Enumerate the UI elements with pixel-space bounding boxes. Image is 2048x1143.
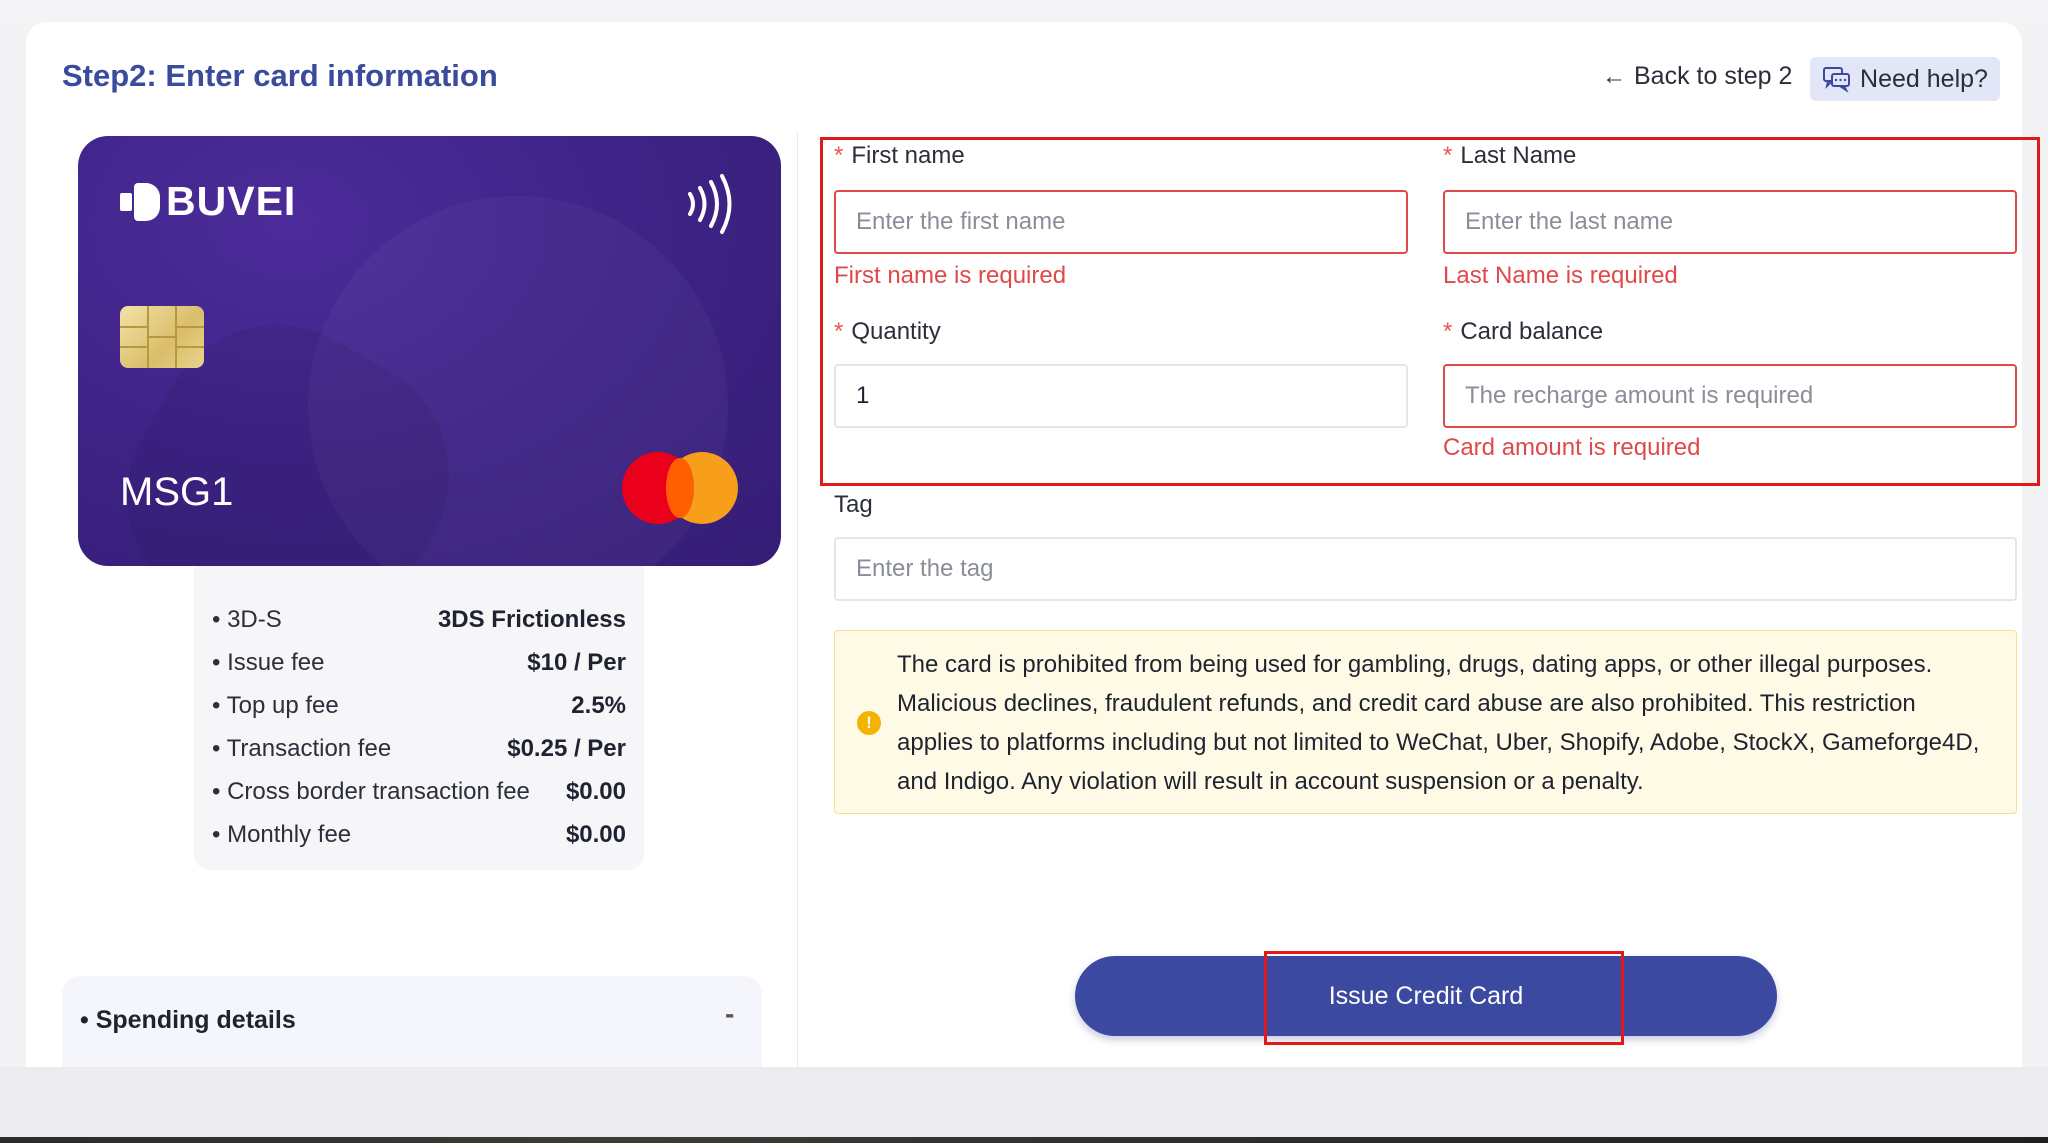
window-top-strip (0, 0, 2048, 22)
fee-list: 3D-S 3DS Frictionless Issue fee $10 / Pe… (194, 566, 644, 870)
tag-input[interactable] (834, 537, 2017, 601)
fee-row: Cross border transaction fee $0.00 (212, 772, 626, 812)
spending-details-title: Spending details (80, 1006, 296, 1035)
fee-value: $0.00 (565, 778, 626, 805)
warning-icon: ! (857, 711, 881, 735)
fee-row: 3D-S 3DS Frictionless (212, 600, 626, 640)
warning-text: The card is prohibited from being used f… (897, 651, 1980, 795)
fee-label: Top up fee (212, 692, 339, 720)
quantity-input[interactable] (834, 364, 1408, 428)
required-mark: * (1443, 318, 1453, 345)
buvei-logo-icon (120, 181, 160, 223)
chat-bubbles-icon (1823, 67, 1851, 93)
required-mark: * (834, 142, 844, 169)
required-mark: * (1443, 142, 1453, 169)
fee-row: Transaction fee $0.25 / Per (212, 729, 626, 769)
fee-value: $0.25 / Per (507, 735, 626, 762)
first-name-label-text: First name (851, 142, 965, 169)
card-balance-input[interactable] (1443, 364, 2017, 428)
required-mark: * (834, 318, 844, 345)
card-name: MSG1 (120, 470, 234, 514)
fee-value: $0.00 (565, 821, 626, 848)
help-label: Need help? (1860, 64, 1988, 93)
need-help-button[interactable]: Need help? (1810, 57, 2000, 101)
spending-details-panel[interactable]: Spending details - (62, 976, 762, 1067)
issue-credit-card-button[interactable]: Issue Credit Card (1075, 956, 1777, 1036)
column-divider (797, 132, 798, 1067)
warning-alert: ! The card is prohibited from being used… (834, 630, 2017, 814)
last-name-error: Last Name is required (1443, 262, 1678, 289)
first-name-label: * First name (834, 142, 965, 170)
last-name-input[interactable] (1443, 190, 2017, 254)
card-balance-label-text: Card balance (1460, 318, 1604, 345)
fee-label: Transaction fee (212, 735, 392, 763)
fee-label: Cross border transaction fee (212, 778, 530, 806)
tag-label: Tag (834, 491, 873, 518)
first-name-error: First name is required (834, 262, 1067, 289)
card-balance-label: * Card balance (1443, 318, 1603, 346)
collapse-toggle-button[interactable]: - (725, 998, 734, 1030)
bottom-strip (0, 1067, 2048, 1137)
card-logo: BUVEI (120, 178, 296, 225)
mastercard-logo-icon (622, 452, 746, 524)
contactless-icon (688, 174, 732, 234)
card-brand: BUVEI (166, 178, 297, 224)
fee-label: Issue fee (212, 649, 324, 677)
last-name-label: * Last Name (1443, 142, 1576, 170)
fee-row: Monthly fee $0.00 (212, 815, 626, 855)
card-chip-icon (120, 306, 204, 368)
fee-value: 2.5% (571, 692, 626, 719)
fee-label: Monthly fee (212, 821, 351, 849)
first-name-input[interactable] (834, 190, 1408, 254)
back-to-step-link[interactable]: ← Back to step 2 (1602, 62, 1792, 91)
fee-row: Top up fee 2.5% (212, 686, 626, 726)
fee-row: Issue fee $10 / Per (212, 643, 626, 683)
fee-value: 3DS Frictionless (437, 606, 626, 633)
last-name-label-text: Last Name (1460, 142, 1577, 169)
page-title: Step2: Enter card information (62, 58, 498, 93)
fee-value: $10 / Per (527, 649, 626, 676)
back-link-label: Back to step 2 (1634, 62, 1793, 90)
quantity-label-text: Quantity (851, 318, 941, 345)
fee-label: 3D-S (212, 606, 282, 634)
quantity-label: * Quantity (834, 318, 941, 346)
credit-card-preview: BUVEI MSG1 (78, 136, 781, 566)
taskbar-strip (0, 1137, 2048, 1143)
card-balance-error: Card amount is required (1443, 434, 1701, 461)
arrow-left-icon: ← (1602, 62, 1626, 90)
